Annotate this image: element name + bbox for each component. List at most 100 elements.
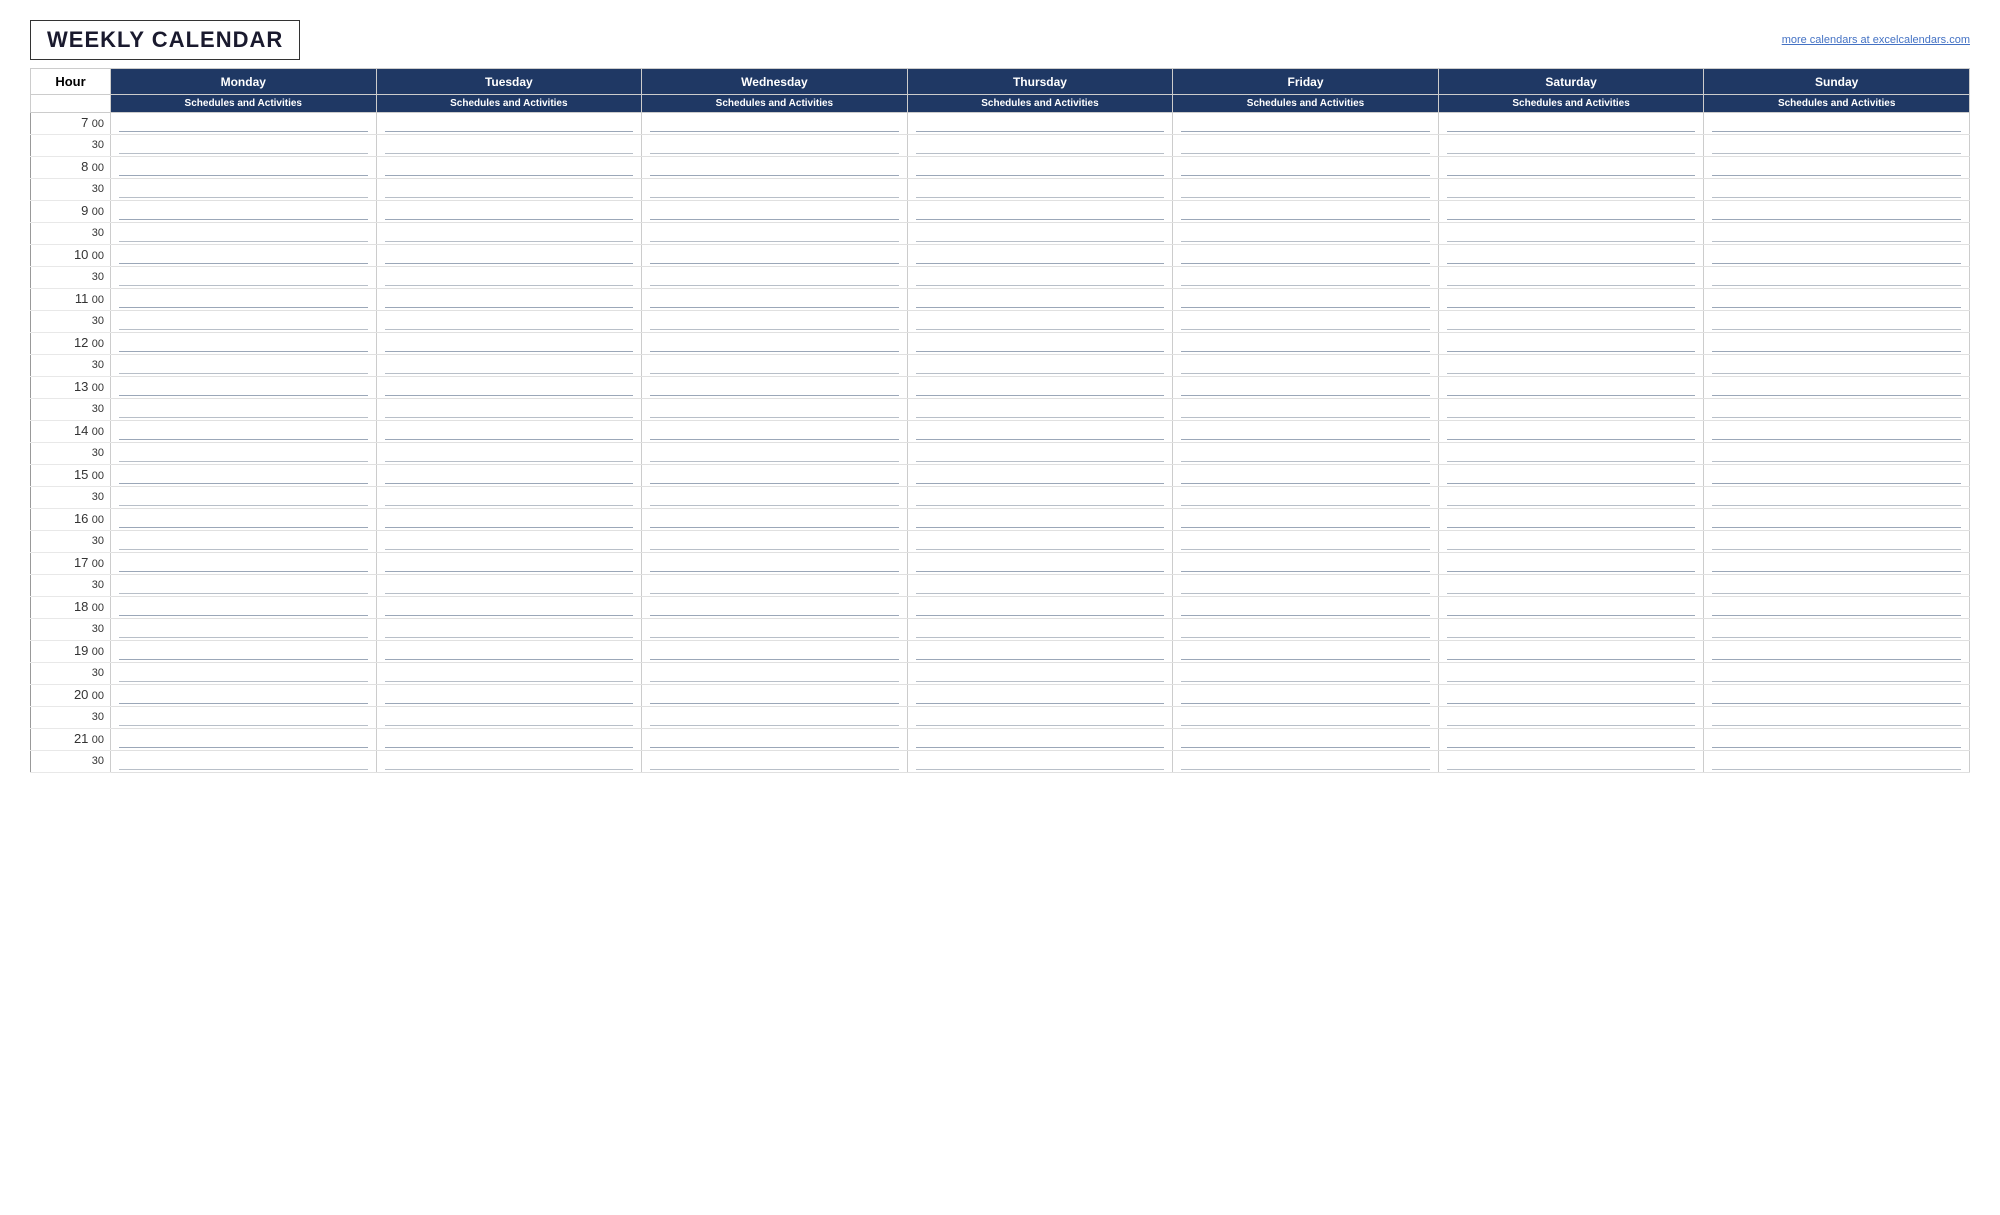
day-cell[interactable] (642, 443, 908, 465)
day-cell[interactable] (1704, 399, 1970, 421)
day-cell[interactable] (111, 113, 377, 135)
day-cell[interactable] (1438, 619, 1704, 641)
day-cell[interactable] (376, 113, 642, 135)
day-cell[interactable] (376, 531, 642, 553)
day-cell[interactable] (907, 531, 1173, 553)
day-cell[interactable] (111, 729, 377, 751)
day-cell[interactable] (1173, 707, 1439, 729)
day-cell[interactable] (1438, 201, 1704, 223)
day-cell[interactable] (642, 179, 908, 201)
day-cell[interactable] (642, 377, 908, 399)
day-cell[interactable] (1173, 663, 1439, 685)
day-cell[interactable] (376, 201, 642, 223)
day-cell[interactable] (1704, 663, 1970, 685)
day-cell[interactable] (907, 641, 1173, 663)
day-cell[interactable] (1173, 355, 1439, 377)
day-cell[interactable] (1173, 223, 1439, 245)
day-cell[interactable] (1173, 377, 1439, 399)
day-cell[interactable] (111, 751, 377, 773)
day-cell[interactable] (1173, 135, 1439, 157)
day-cell[interactable] (907, 751, 1173, 773)
day-cell[interactable] (1438, 421, 1704, 443)
day-cell[interactable] (1704, 135, 1970, 157)
day-cell[interactable] (907, 311, 1173, 333)
day-cell[interactable] (642, 531, 908, 553)
day-cell[interactable] (907, 113, 1173, 135)
day-cell[interactable] (642, 685, 908, 707)
day-cell[interactable] (1173, 597, 1439, 619)
day-cell[interactable] (1173, 487, 1439, 509)
day-cell[interactable] (1704, 465, 1970, 487)
day-cell[interactable] (1173, 751, 1439, 773)
day-cell[interactable] (111, 333, 377, 355)
day-cell[interactable] (1438, 333, 1704, 355)
day-cell[interactable] (1704, 355, 1970, 377)
day-cell[interactable] (907, 333, 1173, 355)
day-cell[interactable] (1704, 333, 1970, 355)
day-cell[interactable] (1704, 179, 1970, 201)
day-cell[interactable] (1173, 421, 1439, 443)
day-cell[interactable] (642, 751, 908, 773)
day-cell[interactable] (376, 333, 642, 355)
day-cell[interactable] (111, 597, 377, 619)
day-cell[interactable] (907, 685, 1173, 707)
day-cell[interactable] (642, 157, 908, 179)
day-cell[interactable] (907, 377, 1173, 399)
day-cell[interactable] (907, 355, 1173, 377)
day-cell[interactable] (111, 421, 377, 443)
day-cell[interactable] (1173, 267, 1439, 289)
day-cell[interactable] (642, 311, 908, 333)
day-cell[interactable] (111, 663, 377, 685)
day-cell[interactable] (1438, 443, 1704, 465)
day-cell[interactable] (111, 179, 377, 201)
day-cell[interactable] (1704, 509, 1970, 531)
day-cell[interactable] (1438, 597, 1704, 619)
day-cell[interactable] (111, 311, 377, 333)
day-cell[interactable] (1704, 311, 1970, 333)
day-cell[interactable] (907, 663, 1173, 685)
day-cell[interactable] (1173, 729, 1439, 751)
day-cell[interactable] (907, 729, 1173, 751)
day-cell[interactable] (1704, 751, 1970, 773)
day-cell[interactable] (376, 663, 642, 685)
day-cell[interactable] (642, 245, 908, 267)
day-cell[interactable] (1704, 575, 1970, 597)
day-cell[interactable] (1704, 113, 1970, 135)
day-cell[interactable] (907, 289, 1173, 311)
day-cell[interactable] (1704, 597, 1970, 619)
day-cell[interactable] (111, 531, 377, 553)
day-cell[interactable] (907, 707, 1173, 729)
day-cell[interactable] (907, 245, 1173, 267)
day-cell[interactable] (1438, 157, 1704, 179)
day-cell[interactable] (111, 575, 377, 597)
day-cell[interactable] (376, 421, 642, 443)
day-cell[interactable] (111, 201, 377, 223)
day-cell[interactable] (1438, 531, 1704, 553)
day-cell[interactable] (1173, 685, 1439, 707)
day-cell[interactable] (1438, 311, 1704, 333)
day-cell[interactable] (1704, 619, 1970, 641)
day-cell[interactable] (642, 113, 908, 135)
day-cell[interactable] (1173, 245, 1439, 267)
day-cell[interactable] (907, 575, 1173, 597)
day-cell[interactable] (642, 465, 908, 487)
day-cell[interactable] (1704, 377, 1970, 399)
day-cell[interactable] (376, 575, 642, 597)
day-cell[interactable] (1438, 685, 1704, 707)
day-cell[interactable] (907, 399, 1173, 421)
day-cell[interactable] (376, 179, 642, 201)
day-cell[interactable] (642, 619, 908, 641)
day-cell[interactable] (111, 399, 377, 421)
day-cell[interactable] (642, 201, 908, 223)
day-cell[interactable] (1173, 157, 1439, 179)
day-cell[interactable] (642, 421, 908, 443)
day-cell[interactable] (1704, 421, 1970, 443)
day-cell[interactable] (907, 135, 1173, 157)
day-cell[interactable] (907, 421, 1173, 443)
day-cell[interactable] (376, 751, 642, 773)
day-cell[interactable] (1438, 113, 1704, 135)
day-cell[interactable] (1704, 531, 1970, 553)
day-cell[interactable] (907, 201, 1173, 223)
day-cell[interactable] (1173, 333, 1439, 355)
day-cell[interactable] (376, 597, 642, 619)
